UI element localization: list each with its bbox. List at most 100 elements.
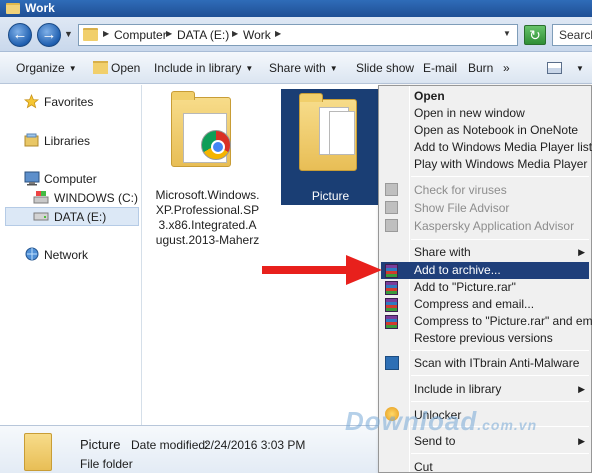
watermark-main: Download [345, 406, 478, 436]
folder-icon [6, 3, 20, 14]
itbrain-icon [385, 356, 399, 370]
menu-item-check-viruses: Check for viruses [414, 183, 507, 197]
watermark-suffix: .com.vn [477, 417, 538, 433]
menu-item-include-in-library[interactable]: Include in library [414, 382, 501, 396]
file-advisor-icon [385, 201, 398, 214]
menu-item-restore-previous[interactable]: Restore previous versions [414, 331, 553, 345]
virus-scan-icon [385, 183, 398, 196]
menu-item-show-file-advisor: Show File Advisor [414, 201, 510, 215]
breadcrumb-computer[interactable]: Computer [114, 28, 167, 42]
back-button[interactable]: ← [8, 23, 32, 47]
winrar-icon [385, 264, 398, 278]
dropdown-arrow-icon: ▼ [245, 64, 254, 73]
menu-item-open[interactable]: Open [414, 89, 445, 103]
folder-icon [24, 433, 52, 471]
dropdown-arrow-icon: ▼ [329, 64, 338, 73]
menu-separator [411, 239, 589, 240]
chevron-right-icon[interactable]: ▶ [232, 29, 238, 38]
search-input[interactable]: Search [552, 24, 592, 46]
menu-item-add-wmp-list[interactable]: Add to Windows Media Player list [414, 140, 592, 154]
address-history-dropdown-icon[interactable]: ▼ [503, 29, 511, 38]
forward-button[interactable]: → [37, 23, 61, 47]
winrar-icon [385, 298, 398, 312]
menu-item-compress-picture-email[interactable]: Compress to "Picture.rar" and email [414, 314, 592, 328]
menu-item-add-to-archive[interactable]: Add to archive... [414, 263, 501, 277]
change-view-icon[interactable] [547, 62, 562, 74]
command-bar: Organize ▼ Open Include in library ▼ Share… [0, 52, 592, 84]
address-row: ← → ▼ ▶ Computer ▶ DATA (E:) ▶ Work ▶ ▼ … [0, 17, 592, 52]
organize-button[interactable]: Organize ▼ [16, 61, 77, 75]
chevron-right-icon[interactable]: ▶ [103, 29, 109, 38]
slide-show-button[interactable]: Slide show [356, 61, 414, 75]
details-type: File folder [80, 457, 133, 471]
refresh-button[interactable]: ↻ [524, 25, 546, 45]
chevron-right-icon[interactable]: ▶ [275, 29, 281, 38]
menu-item-scan-itbrain[interactable]: Scan with ITbrain Anti-Malware [414, 356, 579, 370]
menu-item-kaspersky-advisor: Kaspersky Application Advisor [414, 219, 575, 233]
winrar-icon [385, 281, 398, 295]
nav-computer[interactable]: Computer [44, 172, 97, 186]
network-icon [25, 247, 39, 261]
burn-button[interactable]: Burn [468, 61, 493, 75]
nav-drive-c[interactable]: WINDOWS (C:) [54, 191, 138, 205]
open-button[interactable]: Open [111, 61, 140, 75]
menu-item-add-to-picture-rar[interactable]: Add to "Picture.rar" [414, 280, 516, 294]
share-with-label: Share with [269, 61, 326, 75]
red-arrow-annotation [262, 255, 382, 285]
windows-drive-icon [33, 191, 49, 204]
view-dropdown-icon[interactable]: ▼ [576, 64, 584, 73]
chevron-right-icon[interactable]: ▶ [166, 29, 172, 38]
breadcrumb-data-e[interactable]: DATA (E:) [177, 28, 229, 42]
menu-separator [411, 350, 589, 351]
submenu-arrow-icon: ▶ [578, 384, 585, 394]
menu-item-compress-email[interactable]: Compress and email... [414, 297, 534, 311]
document-preview [329, 111, 355, 155]
submenu-arrow-icon: ▶ [578, 436, 585, 446]
watermark: Download.com.vn [345, 406, 537, 437]
email-button[interactable]: E-mail [423, 61, 457, 75]
nav-libraries[interactable]: Libraries [44, 134, 90, 148]
window-title: Work [25, 1, 55, 15]
menu-separator [411, 176, 589, 177]
navigation-pane: Favorites Libraries Computer WINDOWS (C:… [0, 85, 142, 425]
recent-pages-dropdown-icon[interactable]: ▼ [64, 29, 73, 39]
more-commands-button[interactable]: » [503, 61, 510, 75]
menu-item-open-onenote[interactable]: Open as Notebook in OneNote [414, 123, 578, 137]
details-modified-value: 2/24/2016 3:03 PM [204, 438, 306, 452]
menu-item-share-with[interactable]: Share with [414, 245, 471, 259]
file-name-line: ugust.2013-Maherz [155, 233, 260, 247]
file-name-line: 3.x86.Integrated.A [158, 218, 257, 232]
organize-label: Organize [16, 61, 65, 75]
open-folder-icon [93, 61, 108, 74]
winrar-icon [385, 315, 398, 329]
nav-favorites[interactable]: Favorites [44, 95, 93, 109]
submenu-arrow-icon: ▶ [578, 247, 585, 257]
hard-drive-icon [33, 212, 49, 221]
breadcrumb-work[interactable]: Work [243, 28, 271, 42]
include-in-library-button[interactable]: Include in library ▼ [154, 61, 253, 75]
folder-icon [83, 28, 98, 41]
dropdown-arrow-icon: ▼ [68, 64, 77, 73]
star-icon [24, 94, 39, 109]
file-name-winxp: Microsoft.Windows. XP.Professional.SP 3.… [155, 188, 260, 248]
menu-item-play-wmp[interactable]: Play with Windows Media Player [414, 157, 587, 171]
file-name-line: Microsoft.Windows. [155, 188, 260, 202]
details-modified-label: Date modified: [131, 438, 209, 452]
details-name: Picture [80, 437, 121, 452]
nav-network[interactable]: Network [44, 248, 88, 262]
menu-separator [411, 401, 589, 402]
file-name-picture: Picture [311, 189, 350, 203]
address-bar[interactable]: ▶ Computer ▶ DATA (E:) ▶ Work ▶ ▼ [78, 24, 518, 46]
menu-item-open-new-window[interactable]: Open in new window [414, 106, 525, 120]
title-bar: Work [0, 0, 592, 17]
include-in-library-label: Include in library [154, 61, 242, 75]
chrome-icon [201, 130, 231, 160]
computer-icon [24, 171, 40, 186]
nav-drive-e[interactable]: DATA (E:) [54, 210, 106, 224]
menu-item-cut[interactable]: Cut [414, 460, 433, 473]
share-with-button[interactable]: Share with ▼ [269, 61, 338, 75]
libraries-icon [24, 133, 39, 147]
kaspersky-icon [385, 219, 398, 232]
menu-separator [411, 375, 589, 376]
menu-separator [411, 453, 589, 454]
